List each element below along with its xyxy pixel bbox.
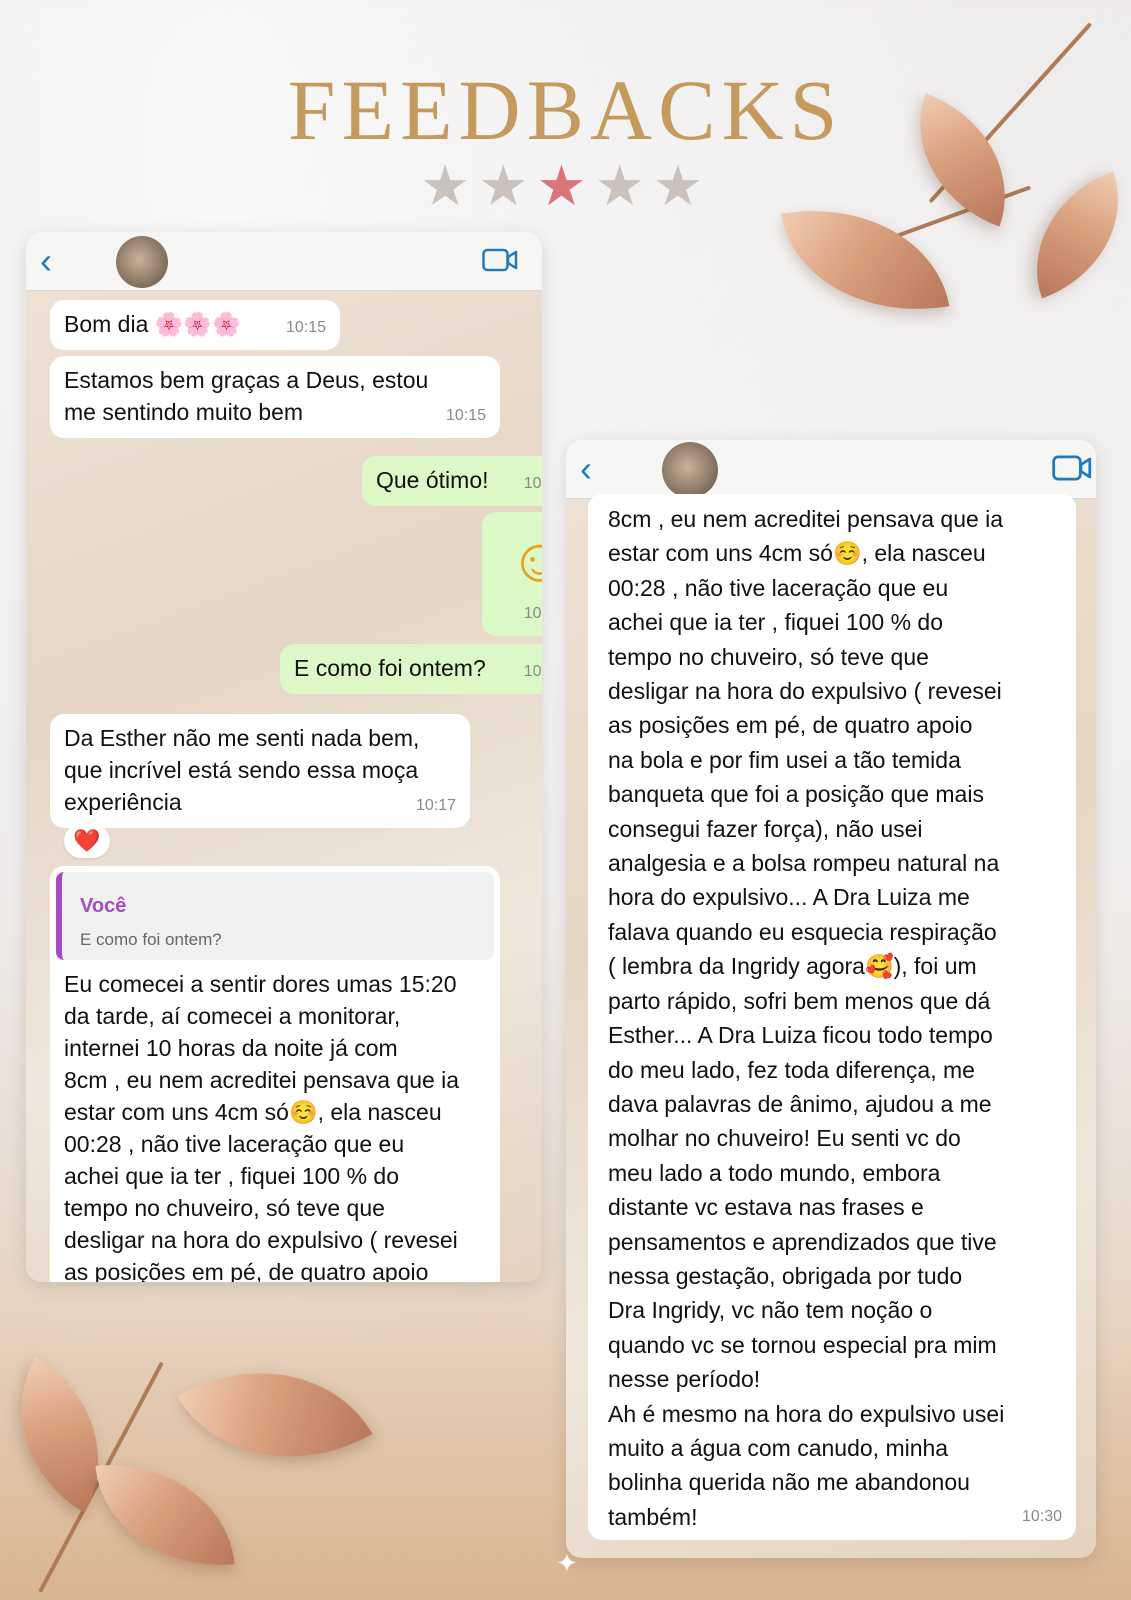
message-time: 10:17 [415, 797, 456, 814]
star-icon: ★ [478, 154, 537, 217]
message-time: 10: [523, 663, 542, 680]
avatar[interactable] [116, 236, 168, 288]
star-icon: ★ [594, 154, 653, 217]
message-bubble-outgoing: E como foi ontem? 10: [280, 644, 542, 694]
chevron-left-icon[interactable]: ‹ [40, 240, 52, 282]
right-chat-screenshot: ‹ 8cm , eu nem acreditei pensava que ia … [566, 440, 1096, 1558]
message-bubble: Bom dia 🌸🌸🌸 10:15 [50, 300, 340, 350]
chat-header: ‹ [566, 440, 1096, 499]
message-time: 10:15 [445, 407, 486, 424]
message-bubble-outgoing: Que ótimo! 10: [362, 456, 542, 506]
message-text: Bom dia 🌸🌸🌸 [64, 311, 241, 337]
page-title: FEEDBACKS [287, 62, 844, 158]
message-time: 10: [523, 475, 542, 492]
star-icon-highlighted: ★ [536, 154, 595, 217]
message-bubble: 8cm , eu nem acreditei pensava que ia es… [588, 494, 1076, 1540]
message-bubble: Da Esther não me senti nada bem, que inc… [50, 714, 470, 828]
message-bubble-outgoing: ☺ 10: [482, 512, 542, 636]
quote-text: E como foi ontem? [80, 930, 222, 949]
message-time: 10:15 [285, 319, 326, 336]
message-text: Eu comecei a sentir dores umas 15:20 da … [64, 971, 460, 1282]
message-text: Que ótimo! [376, 467, 489, 493]
video-camera-icon[interactable] [482, 248, 518, 272]
quoted-message[interactable]: Você E como foi ontem? [56, 872, 494, 960]
message-text: 8cm , eu nem acreditei pensava que ia es… [608, 506, 1005, 1530]
chevron-left-icon[interactable]: ‹ [580, 448, 592, 490]
message-time: 10: [523, 605, 542, 622]
message-time: 10:30 [1021, 1507, 1062, 1525]
message-text: E como foi ontem? [294, 655, 486, 681]
quote-author: Você [80, 895, 127, 917]
rating-stars: ★★★★★ [0, 158, 1131, 214]
avatar[interactable] [662, 442, 718, 498]
chat-header: ‹ [26, 232, 542, 291]
message-bubble: Estamos bem graças a Deus, estou me sent… [50, 356, 500, 438]
message-text: Da Esther não me senti nada bem, que inc… [64, 725, 420, 815]
sparkle-icon: ✦ [556, 1548, 578, 1578]
star-icon: ★ [652, 154, 711, 217]
emoji-sticker: ☺ [508, 526, 542, 595]
reaction-heart[interactable]: ❤️ [64, 824, 110, 858]
left-chat-screenshot: ‹ Bom dia 🌸🌸🌸 10:15 Estamos bem graças a… [26, 232, 542, 1282]
video-camera-icon[interactable] [1052, 454, 1092, 482]
star-icon: ★ [419, 154, 479, 217]
reply-message-bubble: Você E como foi ontem? Eu comecei a sent… [50, 866, 500, 1282]
message-text: Estamos bem graças a Deus, estou me sent… [64, 367, 429, 425]
